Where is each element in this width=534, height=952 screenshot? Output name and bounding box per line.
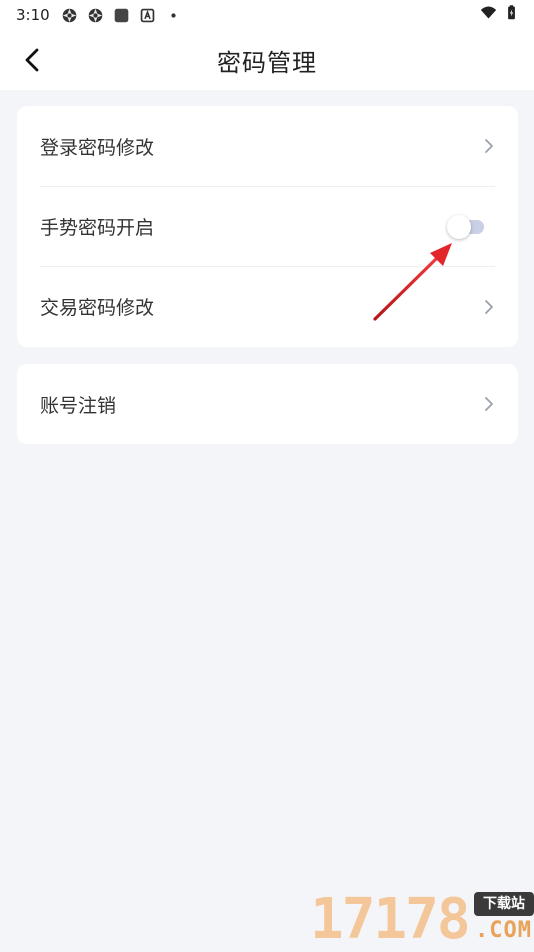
watermark-badge: 下载站: [474, 892, 534, 916]
chevron-right-icon: [485, 139, 493, 153]
trade-password-change-row[interactable]: 交易密码修改: [40, 266, 495, 346]
dot-icon: [165, 7, 182, 24]
status-right: [480, 4, 520, 21]
battery-charging-icon: [503, 4, 520, 21]
row-label: 账号注销: [40, 394, 117, 417]
watermark-domain: .COM: [475, 918, 532, 943]
page-title: 密码管理: [217, 48, 317, 77]
watermark-logo: 17178 下载站 .COM: [310, 890, 534, 950]
wifi-icon: [480, 4, 497, 21]
app-square-icon: [113, 7, 130, 24]
row-label: 手势密码开启: [40, 217, 155, 239]
login-password-change-row[interactable]: 登录密码修改: [40, 106, 495, 186]
status-bar: 3:10: [0, 0, 534, 30]
nav-bar: 密码管理: [0, 30, 534, 90]
chevron-right-icon: [485, 397, 493, 411]
status-left: 3:10: [0, 6, 182, 24]
account-card: 账号注销: [17, 364, 518, 444]
account-cancel-row[interactable]: 账号注销: [40, 364, 495, 444]
back-button[interactable]: [16, 44, 48, 76]
a-badge-icon: [139, 7, 156, 24]
chevron-right-icon: [485, 299, 493, 314]
row-label: 登录密码修改: [40, 136, 155, 159]
gesture-password-row: 手势密码开启: [40, 186, 495, 266]
aperture-icon: [61, 7, 78, 24]
row-label: 交易密码修改: [40, 297, 155, 319]
aperture-icon: [87, 7, 104, 24]
status-time: 3:10: [16, 6, 50, 24]
chevron-left-icon: [25, 48, 39, 72]
toggle-knob: [447, 214, 471, 239]
password-settings-card: 登录密码修改 手势密码开启 交易密码修改: [17, 106, 518, 347]
gesture-password-toggle[interactable]: [447, 214, 484, 239]
watermark-number: 17178: [310, 887, 471, 952]
